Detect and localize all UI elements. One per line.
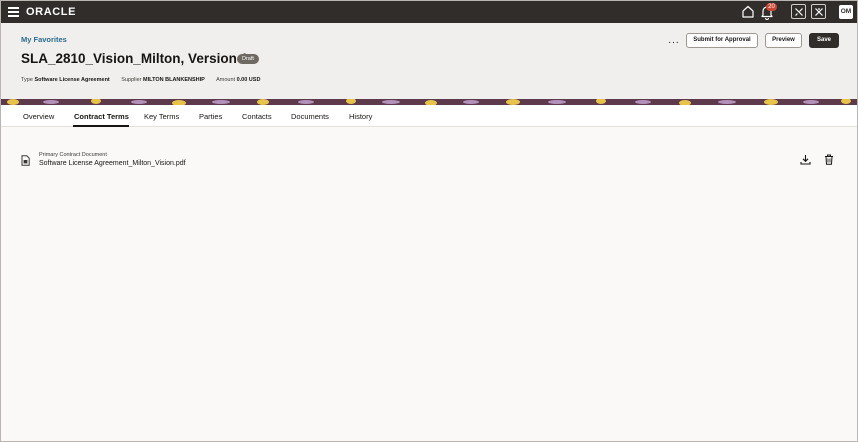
meta-label-amount: Amount	[216, 77, 236, 83]
meta-label-supplier: Supplier	[121, 77, 142, 83]
user-avatar[interactable]: OM	[839, 5, 853, 19]
home-icon[interactable]	[742, 5, 754, 18]
document-file-link[interactable]: Software License Agreement_Milton_Vision…	[39, 160, 186, 167]
tab-bar: Overview Contract Terms Key Terms Partie…	[1, 105, 857, 127]
download-icon[interactable]	[800, 154, 811, 165]
contract-terms-panel: Primary Contract Document Software Licen…	[1, 127, 857, 441]
document-icon	[21, 155, 30, 166]
tools-icon	[794, 7, 803, 16]
page-header: My Favorites SLA_2810_Vision_Milton, Ver…	[1, 23, 857, 99]
status-badge: Draft	[237, 54, 259, 64]
preview-button[interactable]: Preview	[765, 33, 802, 48]
tab-overview[interactable]: Overview	[23, 112, 54, 121]
tab-parties[interactable]: Parties	[199, 112, 222, 121]
favorites-link[interactable]: My Favorites	[21, 35, 67, 44]
app-window: ORACLE 20 OM My Favorites SLA_2810_Visio…	[0, 0, 858, 442]
global-header: ORACLE 20 OM	[1, 1, 857, 23]
oracle-logo: ORACLE	[26, 6, 77, 18]
meta-label-type: Type	[21, 77, 33, 83]
tools-button[interactable]	[791, 4, 806, 19]
tab-history[interactable]: History	[349, 112, 372, 121]
notification-badge: 20	[766, 3, 777, 11]
menu-icon[interactable]	[8, 7, 19, 17]
submit-for-approval-button[interactable]: Submit for Approval	[686, 33, 758, 48]
tab-key-terms[interactable]: Key Terms	[144, 112, 179, 121]
meta-value-supplier: MILTON BLANKENSHIP	[143, 77, 205, 83]
tools-alt-button[interactable]	[811, 4, 826, 19]
contract-meta: Type Software License Agreement Supplier…	[21, 77, 270, 83]
tab-documents[interactable]: Documents	[291, 112, 329, 121]
meta-value-amount: 0.00 USD	[236, 77, 261, 83]
tab-contract-terms[interactable]: Contract Terms	[74, 112, 129, 121]
tab-contacts[interactable]: Contacts	[242, 112, 272, 121]
page-title: SLA_2810_Vision_Milton, Version 1	[21, 51, 249, 66]
more-actions-button[interactable]: ···	[668, 37, 680, 48]
meta-value-type: Software License Agreement	[34, 77, 110, 83]
tools-alt-icon	[814, 7, 823, 16]
document-label: Primary Contract Document	[39, 152, 107, 158]
save-button[interactable]: Save	[809, 33, 839, 48]
trash-icon[interactable]	[824, 154, 834, 165]
